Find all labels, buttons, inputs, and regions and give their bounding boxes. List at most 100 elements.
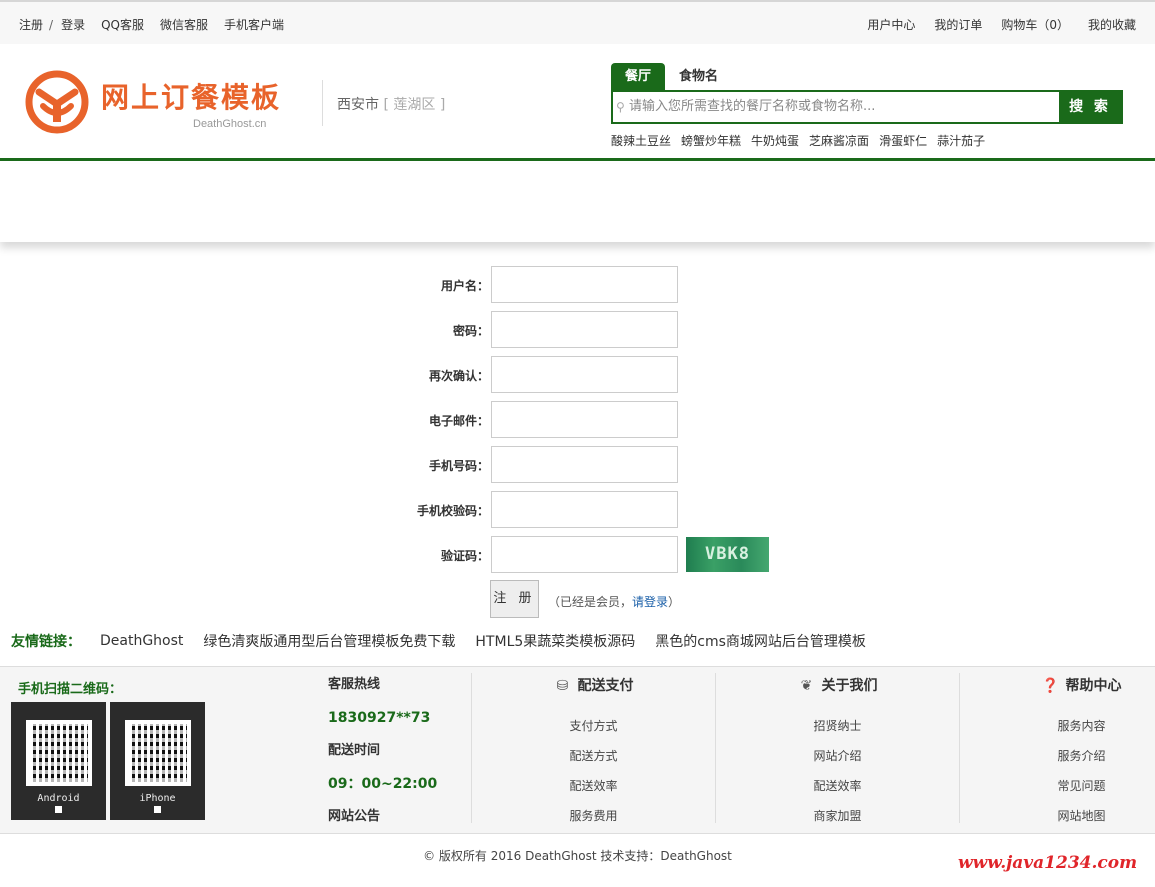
top-bar-right: 用户中心 我的订单 购物车（0） 我的收藏: [848, 16, 1136, 33]
tab-restaurant[interactable]: 餐厅: [611, 63, 666, 90]
captcha-input[interactable]: [491, 536, 678, 573]
user-center-link[interactable]: 用户中心: [867, 16, 915, 33]
separator: /: [49, 17, 54, 32]
leaf-icon: ❦: [800, 678, 813, 694]
bicycle-icon: ⛁: [556, 678, 569, 694]
captcha-label: 验证码：: [440, 549, 489, 563]
footer-column-about: ❦ 关于我们 招贤纳士 网站介绍 配送效率 商家加盟: [715, 673, 959, 823]
password-label: 密码：: [452, 324, 489, 338]
register-button[interactable]: 注 册: [490, 580, 539, 618]
column-title: ❓ 帮助中心: [960, 673, 1155, 711]
friend-link[interactable]: 绿色清爽版通用型后台管理模板免费下载: [203, 631, 455, 651]
hot-word[interactable]: 蒜汁茄子: [937, 132, 985, 149]
footer-link[interactable]: 服务介绍: [960, 741, 1155, 771]
login-link[interactable]: 登录: [61, 16, 85, 33]
divider: [322, 80, 323, 126]
column-title-text: 配送支付: [577, 678, 634, 694]
top-bar-left: 注册 / 登录 QQ客服 微信客服 手机客户端: [19, 16, 300, 33]
qr-android: Android: [11, 702, 106, 820]
favorites-link[interactable]: 我的收藏: [1088, 16, 1136, 33]
qr-iphone: iPhone: [110, 702, 205, 820]
delivery-time-title: 配送时间: [328, 743, 381, 758]
username-input[interactable]: [491, 266, 678, 303]
footer-link[interactable]: 网站介绍: [716, 741, 959, 771]
captcha-image[interactable]: VBK8: [686, 537, 769, 572]
banner-area: [0, 164, 1155, 242]
friend-link[interactable]: HTML5果蔬菜类模板源码: [475, 631, 635, 651]
hot-word[interactable]: 牛奶炖蛋: [751, 132, 799, 149]
phone-label: 手机号码：: [428, 459, 489, 473]
logo-text: 网上订餐模板: [101, 81, 282, 114]
phone-input[interactable]: [491, 446, 678, 483]
footer-link[interactable]: 商家加盟: [716, 801, 959, 831]
friend-link[interactable]: DeathGhost: [100, 633, 183, 649]
qr-label: Android: [37, 793, 80, 804]
search-tabs: 餐厅 食物名: [611, 63, 1123, 90]
confirm-password-label: 再次确认：: [428, 369, 489, 383]
friend-link[interactable]: 黑色的cms商城网站后台管理模板: [655, 631, 866, 651]
district-name[interactable]: [ 莲湖区 ]: [383, 97, 445, 113]
wechat-service-link[interactable]: 微信客服: [160, 16, 208, 33]
hot-words: 酸辣土豆丝 螃蟹炒年糕 牛奶炖蛋 芝麻酱凉面 滑蛋虾仁 蒜汁茄子: [611, 132, 1123, 149]
phone-row: 手机号码：: [0, 446, 1155, 483]
friend-links-label: 友情链接：: [11, 634, 81, 650]
qr-title: 手机扫描二维码：: [18, 682, 123, 697]
footer-link[interactable]: 服务内容: [960, 711, 1155, 741]
column-title-text: 帮助中心: [1065, 678, 1122, 694]
footer-link[interactable]: 配送效率: [716, 771, 959, 801]
search-button[interactable]: 搜 索: [1059, 92, 1121, 122]
footer-link[interactable]: 招贤纳士: [716, 711, 959, 741]
member-tip: （已经是会员，请登录）: [548, 593, 680, 610]
footer-column-help: ❓ 帮助中心 服务内容 服务介绍 常见问题 网站地图: [959, 673, 1155, 823]
member-tip-suffix: ）: [668, 595, 681, 609]
hotline-number: 1830927**73: [328, 710, 431, 726]
username-label: 用户名：: [440, 279, 489, 293]
search-icon: ⚲: [616, 100, 625, 114]
cart-link[interactable]: 购物车（0）: [1001, 16, 1069, 33]
tab-food-name[interactable]: 食物名: [665, 63, 732, 90]
sms-code-row: 手机校验码：: [0, 491, 1155, 528]
password-input[interactable]: [491, 311, 678, 348]
footer-link[interactable]: 配送效率: [472, 771, 715, 801]
question-icon: ❓: [1041, 678, 1060, 694]
my-orders-link[interactable]: 我的订单: [934, 16, 982, 33]
search-input[interactable]: ⚲ 请输入您所需查找的餐厅名称或食物名称...: [613, 92, 1059, 122]
notice-title[interactable]: 网站公告: [328, 808, 437, 841]
register-link[interactable]: 注册: [19, 16, 43, 33]
confirm-password-input[interactable]: [491, 356, 678, 393]
email-label: 电子邮件：: [428, 414, 489, 428]
footer: 手机扫描二维码： Android iPhone 客服热线 1830927**73…: [0, 666, 1155, 834]
search-area: 餐厅 食物名 ⚲ 请输入您所需查找的餐厅名称或食物名称... 搜 索 酸辣土豆丝…: [611, 63, 1123, 149]
qr-code-icon: [125, 720, 191, 786]
mobile-client-link[interactable]: 手机客户端: [224, 16, 284, 33]
footer-link[interactable]: 支付方式: [472, 711, 715, 741]
sms-code-input[interactable]: [491, 491, 678, 528]
hot-word[interactable]: 螃蟹炒年糕: [681, 132, 741, 149]
password-row: 密码：: [0, 311, 1155, 348]
logo[interactable]: 网上订餐模板 DeathGhost.cn: [25, 70, 285, 134]
city-name: 西安市: [337, 97, 379, 113]
footer-link[interactable]: 网站地图: [960, 801, 1155, 831]
footer-link[interactable]: 配送方式: [472, 741, 715, 771]
friend-links: 友情链接： DeathGhost 绿色清爽版通用型后台管理模板免费下载 HTML…: [11, 631, 886, 651]
login-link[interactable]: 请登录: [632, 595, 668, 609]
hot-word[interactable]: 芝麻酱凉面: [809, 132, 869, 149]
hotline-title: 客服热线: [328, 677, 381, 692]
confirm-row: 再次确认：: [0, 356, 1155, 393]
footer-link[interactable]: 常见问题: [960, 771, 1155, 801]
captcha-row: 验证码： VBK8: [0, 536, 1155, 573]
sms-code-label: 手机校验码：: [416, 504, 489, 518]
hot-word[interactable]: 酸辣土豆丝: [611, 132, 671, 149]
city-selector[interactable]: 西安市 [ 莲湖区 ]: [337, 94, 445, 114]
search-box: ⚲ 请输入您所需查找的餐厅名称或食物名称... 搜 索: [611, 90, 1123, 124]
qr-label: iPhone: [139, 793, 176, 804]
hot-word[interactable]: 滑蛋虾仁: [879, 132, 927, 149]
qq-service-link[interactable]: QQ客服: [101, 16, 144, 33]
footer-link[interactable]: 服务费用: [472, 801, 715, 831]
search-placeholder: 请输入您所需查找的餐厅名称或食物名称...: [629, 99, 876, 114]
column-title: ⛁ 配送支付: [472, 673, 715, 711]
logo-icon: [25, 70, 89, 134]
watermark: www.java1234.com: [958, 853, 1138, 873]
delivery-time: 09：00~22:00: [328, 776, 438, 792]
email-field[interactable]: [491, 401, 678, 438]
